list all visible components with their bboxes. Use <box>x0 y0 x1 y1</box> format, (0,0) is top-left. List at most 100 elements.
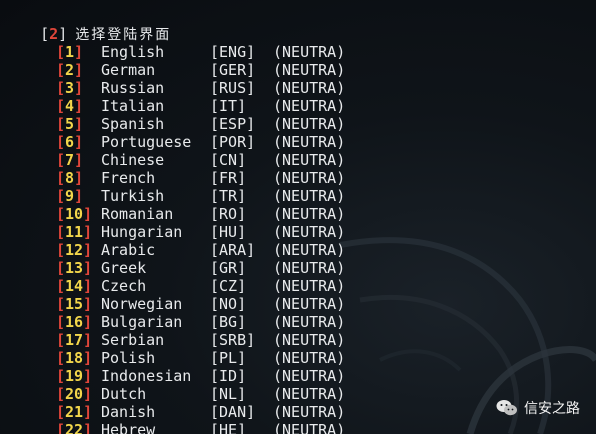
menu-item-code: [HU] <box>210 223 247 241</box>
menu-item-code: [SRB] <box>210 331 256 349</box>
open-bracket: [ <box>56 367 66 385</box>
menu-item-index: [20] <box>56 385 92 403</box>
menu-item-number: 5 <box>65 115 75 133</box>
menu-item-index: [11] <box>56 223 92 241</box>
menu-item-number: 19 <box>65 367 84 385</box>
open-bracket: [ <box>56 151 66 169</box>
close-bracket: ] <box>74 133 84 151</box>
menu-item-mode: (NEUTRA) <box>273 295 346 313</box>
menu-item-language: English <box>101 43 165 61</box>
close-bracket: ] <box>74 97 84 115</box>
open-bracket: [ <box>56 277 66 295</box>
menu-item-language: Serbian <box>101 331 165 349</box>
menu-item-code: [HE] <box>210 421 247 434</box>
menu-item-number: 13 <box>65 259 84 277</box>
open-bracket: [ <box>56 133 66 151</box>
menu-item-language: Spanish <box>101 115 165 133</box>
close-bracket: ] <box>83 205 93 223</box>
close-bracket: ] <box>83 295 93 313</box>
menu-item-mode: (NEUTRA) <box>273 259 346 277</box>
open-bracket: [ <box>56 115 66 133</box>
menu-item-index: [12] <box>56 241 92 259</box>
menu-item-index: [15] <box>56 295 92 313</box>
menu-item-index: [14] <box>56 277 92 295</box>
menu-item-code: [GER] <box>210 61 256 79</box>
menu-item-mode: (NEUTRA) <box>273 133 346 151</box>
menu-item-language: Czech <box>101 277 147 295</box>
menu-item-language: Danish <box>101 403 156 421</box>
menu-item-index: [17] <box>56 331 92 349</box>
header-number: 2 <box>49 25 59 43</box>
menu-item-language: Hungarian <box>101 223 183 241</box>
menu-item-code: [ARA] <box>210 241 256 259</box>
menu-item-code: [POR] <box>210 133 256 151</box>
open-bracket: [ <box>56 205 66 223</box>
header-open-bracket: [ <box>40 25 50 43</box>
open-bracket: [ <box>56 295 66 313</box>
menu-item-index: [16] <box>56 313 92 331</box>
menu-item-mode: (NEUTRA) <box>273 79 346 97</box>
menu-item-mode: (NEUTRA) <box>273 385 346 403</box>
close-bracket: ] <box>74 61 84 79</box>
menu-item-mode: (NEUTRA) <box>273 43 346 61</box>
menu-item-language: Arabic <box>101 241 156 259</box>
close-bracket: ] <box>74 187 84 205</box>
menu-item-language: Indonesian <box>101 367 192 385</box>
menu-item-mode: (NEUTRA) <box>273 277 346 295</box>
close-bracket: ] <box>83 385 93 403</box>
close-bracket: ] <box>74 115 84 133</box>
close-bracket: ] <box>83 277 93 295</box>
watermark-text: 信安之路 <box>524 401 580 417</box>
close-bracket: ] <box>83 241 93 259</box>
open-bracket: [ <box>56 61 66 79</box>
menu-item-mode: (NEUTRA) <box>273 205 346 223</box>
menu-item-number: 16 <box>65 313 84 331</box>
menu-item-language: Hebrew <box>101 421 156 434</box>
open-bracket: [ <box>56 97 66 115</box>
menu-item-index: [6] <box>56 133 83 151</box>
open-bracket: [ <box>56 331 66 349</box>
menu-item-language: Romanian <box>101 205 174 223</box>
menu-item-mode: (NEUTRA) <box>273 367 346 385</box>
menu-item-code: [TR] <box>210 187 247 205</box>
close-bracket: ] <box>83 349 93 367</box>
open-bracket: [ <box>56 187 66 205</box>
menu-item-language: Norwegian <box>101 295 183 313</box>
menu-item-mode: (NEUTRA) <box>273 115 346 133</box>
header-title: 选择登陆界面 <box>75 27 172 43</box>
close-bracket: ] <box>83 313 93 331</box>
menu-item-language: Portuguese <box>101 133 192 151</box>
menu-item-code: [PL] <box>210 349 247 367</box>
menu-item-code: [DAN] <box>210 403 256 421</box>
close-bracket: ] <box>74 43 84 61</box>
menu-item-mode: (NEUTRA) <box>273 223 346 241</box>
menu-item-index: [5] <box>56 115 83 133</box>
menu-item-number: 7 <box>65 151 75 169</box>
menu-item-number: 3 <box>65 79 75 97</box>
menu-item-number: 8 <box>65 169 75 187</box>
open-bracket: [ <box>56 403 66 421</box>
menu-item-index: [7] <box>56 151 83 169</box>
menu-item-index: [22] <box>56 421 92 434</box>
open-bracket: [ <box>56 385 66 403</box>
close-bracket: ] <box>83 331 93 349</box>
menu-item-language: Polish <box>101 349 156 367</box>
menu-item-index: [21] <box>56 403 92 421</box>
open-bracket: [ <box>56 241 66 259</box>
menu-item-number: 6 <box>65 133 75 151</box>
open-bracket: [ <box>56 43 66 61</box>
open-bracket: [ <box>56 313 66 331</box>
menu-item-mode: (NEUTRA) <box>273 97 346 115</box>
close-bracket: ] <box>74 151 84 169</box>
close-bracket: ] <box>83 223 93 241</box>
menu-item-index: [8] <box>56 169 83 187</box>
terminal-window[interactable]: [2] 选择登陆界面 [1] English [ENG] (NEUTRA) [2] Germ… <box>0 0 596 434</box>
menu-item-index: [18] <box>56 349 92 367</box>
close-bracket: ] <box>83 259 93 277</box>
menu-item-mode: (NEUTRA) <box>273 403 346 421</box>
menu-item-language: Russian <box>101 79 165 97</box>
open-bracket: [ <box>56 259 66 277</box>
menu-item-number: 14 <box>65 277 84 295</box>
menu-item-code: [ENG] <box>210 43 256 61</box>
menu-item-language: Italian <box>101 97 165 115</box>
